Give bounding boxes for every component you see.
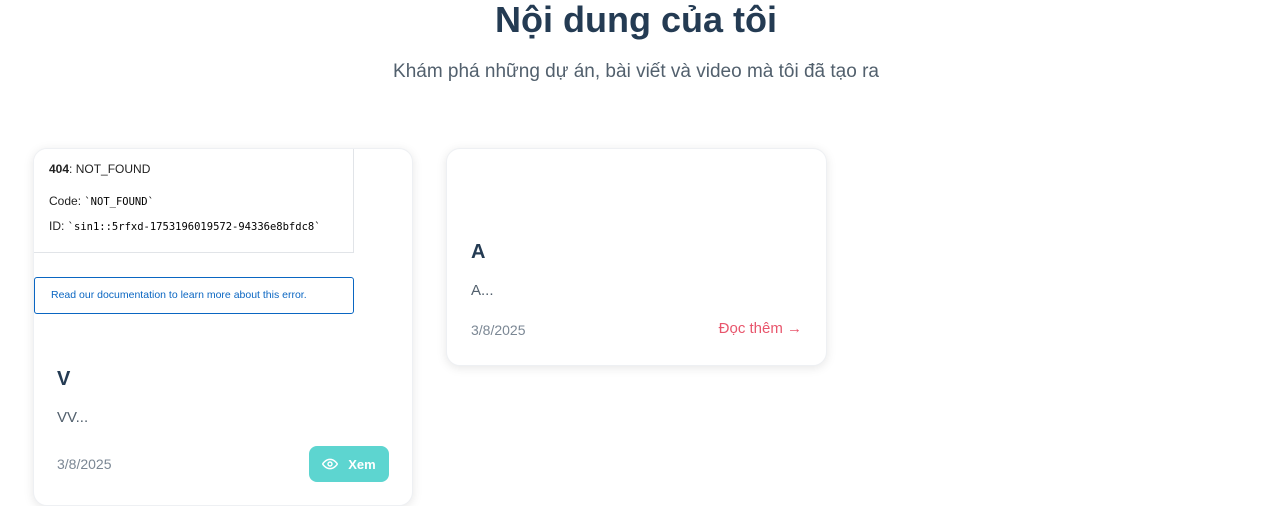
- error-status-code: 404: [49, 162, 70, 176]
- view-button[interactable]: Xem: [309, 446, 389, 482]
- card-title: V: [57, 368, 71, 390]
- error-status-text: : NOT_FOUND: [69, 162, 151, 176]
- card-date: 3/8/2025: [471, 322, 526, 338]
- card-excerpt: VV...: [57, 409, 89, 426]
- error-frame: 404: NOT_FOUND Code: `NOT_FOUND` ID: `si…: [34, 149, 354, 253]
- page-title: Nội dung của tôi: [495, 0, 777, 40]
- view-button-label: Xem: [348, 456, 376, 472]
- eye-icon: [322, 458, 339, 470]
- content-card-article: A A... 3/8/2025 Đọc thêm →: [446, 148, 827, 366]
- error-status: 404: NOT_FOUND: [49, 162, 150, 176]
- card-title: A: [471, 241, 486, 263]
- read-more-link[interactable]: Đọc thêm →: [719, 319, 802, 339]
- error-doc-callout: Read our documentation to learn more abo…: [34, 277, 354, 314]
- card-excerpt: A...: [471, 282, 494, 299]
- error-code-label: Code:: [49, 194, 85, 208]
- page-subtitle: Khám phá những dự án, bài viết và video …: [393, 61, 879, 82]
- error-id-value: `sin1::5rfxd-1753196019572-94336e8bfdc8`: [67, 221, 321, 233]
- error-code-line: Code: `NOT_FOUND`: [49, 194, 154, 208]
- card-date: 3/8/2025: [57, 456, 112, 472]
- content-card-video: 404: NOT_FOUND Code: `NOT_FOUND` ID: `si…: [33, 148, 413, 506]
- error-code-value: `NOT_FOUND`: [84, 196, 154, 208]
- error-doc-link[interactable]: Read our documentation to learn more abo…: [51, 289, 307, 301]
- error-id-label: ID:: [49, 219, 68, 233]
- error-id-line: ID: `sin1::5rfxd-1753196019572-94336e8bf…: [49, 219, 321, 233]
- page: Nội dung của tôi Khám phá những dự án, b…: [0, 0, 1272, 506]
